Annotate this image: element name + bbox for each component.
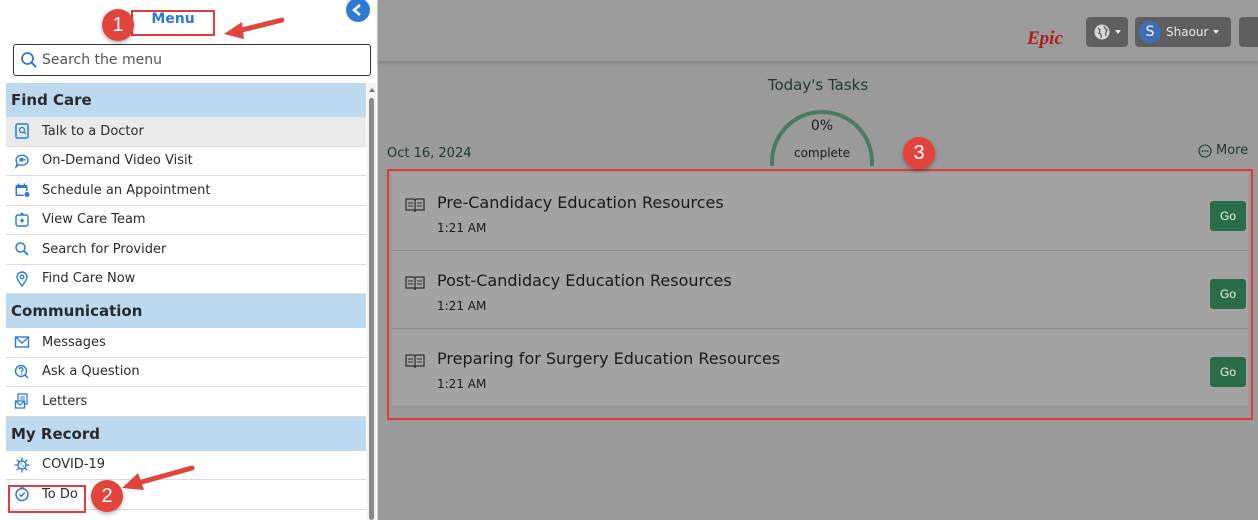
location-pin-icon — [6, 271, 38, 287]
book-icon — [405, 354, 425, 369]
progress-label: complete — [793, 146, 851, 160]
back-arrow-icon[interactable] — [344, 0, 374, 24]
more-icon — [1198, 143, 1212, 158]
epic-logo: Epic — [1027, 28, 1063, 49]
step-1-badge: 1 — [102, 9, 134, 41]
avatar: S — [1139, 21, 1161, 43]
task-time: 1:21 AM — [437, 221, 487, 235]
search-icon — [6, 241, 38, 257]
arrow-left-icon — [224, 17, 284, 39]
menu-item-label: Letters — [42, 393, 88, 409]
tasks-title: Today's Tasks — [767, 76, 869, 94]
task-time: 1:21 AM — [437, 377, 487, 391]
section-communication: Communication — [6, 294, 366, 328]
doctor-chat-icon — [6, 123, 38, 139]
book-icon — [405, 276, 425, 291]
progress-percent: 0% — [810, 118, 834, 134]
scroll-up-arrow-icon[interactable] — [369, 88, 375, 92]
more-button[interactable]: More — [1198, 143, 1248, 158]
envelope-icon — [6, 334, 38, 350]
menu-item-label: Find Care Now — [42, 271, 136, 287]
menu-item-label: View Care Team — [42, 212, 146, 228]
main-content: Epic S Shaour Today's Tasks 0% complete … — [378, 0, 1258, 520]
globe-icon — [1094, 24, 1110, 40]
menu-item-letters[interactable]: Letters — [6, 387, 366, 417]
question-bubble-icon — [6, 364, 38, 380]
tasks-date: Oct 16, 2024 — [387, 146, 472, 161]
menu-item-label: Search for Provider — [42, 241, 167, 257]
task-card[interactable]: Post-Candidacy Education Resources 1:21 … — [392, 251, 1248, 329]
chevron-down-icon — [1115, 30, 1121, 34]
virus-icon — [6, 457, 38, 473]
menu-item-label: Ask a Question — [42, 364, 140, 380]
calendar-icon — [6, 182, 38, 199]
menu-item-label: COVID-19 — [42, 457, 106, 473]
section-my-record: My Record — [6, 416, 366, 451]
menu-title: Menu — [131, 10, 215, 36]
menu-item-label: Schedule an Appointment — [42, 182, 211, 198]
step-3-badge: 3 — [903, 137, 935, 169]
menu-item-schedule-appointment[interactable]: Schedule an Appointment — [6, 176, 366, 206]
menu-item-find-care-now[interactable]: Find Care Now — [6, 265, 366, 294]
letter-icon — [6, 393, 38, 409]
menu-item-view-care-team[interactable]: View Care Team — [6, 206, 366, 235]
language-button[interactable] — [1086, 17, 1128, 47]
menu-panel: Menu Find Care Talk to a Doctor On-Deman… — [0, 0, 378, 520]
search-input[interactable] — [42, 52, 342, 68]
go-button[interactable]: Go — [1210, 279, 1246, 309]
care-team-icon — [6, 212, 38, 228]
book-icon — [405, 198, 425, 213]
more-label: More — [1216, 143, 1249, 158]
section-find-care: Find Care — [6, 83, 366, 117]
video-chat-icon — [6, 153, 38, 169]
task-name: Preparing for Surgery Education Resource… — [437, 349, 781, 368]
menu-item-label: Messages — [42, 334, 106, 350]
menu-item-label: On-Demand Video Visit — [42, 153, 193, 169]
user-name: Shaour — [1166, 25, 1209, 39]
search-icon — [21, 52, 37, 68]
menu-item-video-visit[interactable]: On-Demand Video Visit — [6, 147, 366, 176]
menu-item-search-provider[interactable]: Search for Provider — [6, 235, 366, 265]
task-list: Pre-Candidacy Education Resources 1:21 A… — [387, 169, 1253, 420]
to-do-highlight-box — [8, 485, 86, 513]
menu-item-ask-question[interactable]: Ask a Question — [6, 358, 366, 387]
user-menu-button[interactable]: S Shaour — [1135, 17, 1231, 47]
menu-item-label: Talk to a Doctor — [42, 123, 144, 139]
task-name: Pre-Candidacy Education Resources — [437, 193, 724, 212]
menu-list: Find Care Talk to a Doctor On-Demand Vid… — [6, 83, 366, 510]
task-card[interactable]: Preparing for Surgery Education Resource… — [392, 329, 1248, 407]
menu-scrollbar-thumb[interactable] — [369, 98, 374, 520]
go-button[interactable]: Go — [1210, 201, 1246, 231]
step-2-badge: 2 — [91, 480, 123, 512]
top-bar: Epic S Shaour — [378, 0, 1258, 62]
task-time: 1:21 AM — [437, 299, 487, 313]
menu-item-messages[interactable]: Messages — [6, 328, 366, 358]
menu-item-talk-to-doctor[interactable]: Talk to a Doctor — [6, 117, 366, 147]
arrow-left-icon — [122, 465, 195, 490]
task-name: Post-Candidacy Education Resources — [437, 271, 732, 290]
task-card[interactable]: Pre-Candidacy Education Resources 1:21 A… — [392, 173, 1248, 251]
logout-button[interactable] — [1239, 17, 1258, 47]
chevron-down-icon — [1213, 30, 1220, 34]
go-button[interactable]: Go — [1210, 357, 1246, 387]
search-field[interactable] — [13, 44, 371, 76]
